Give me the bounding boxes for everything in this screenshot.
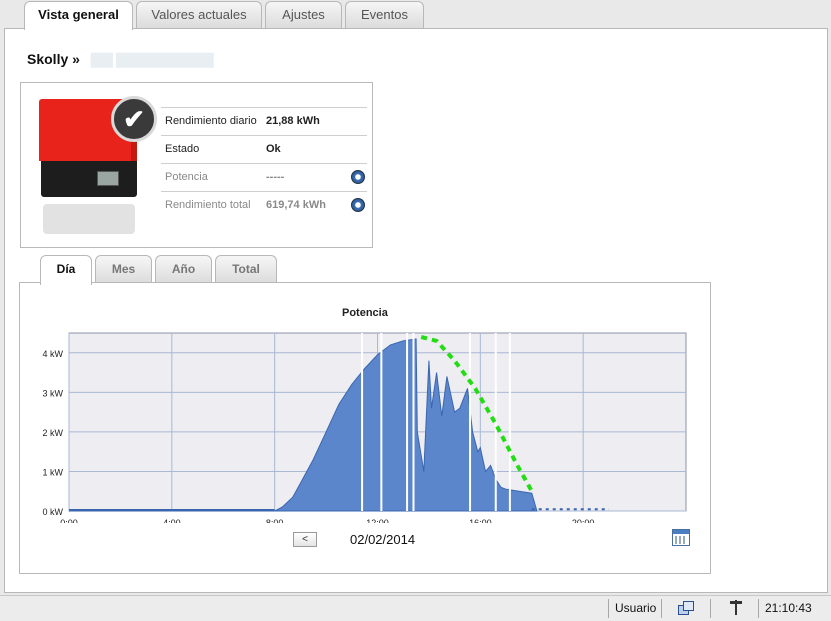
row-value: ----- — [266, 171, 285, 183]
row-label: Estado — [165, 143, 200, 155]
tab-dia[interactable]: Día — [40, 255, 92, 285]
main-panel: Skolly » ▇▇ ▇▇▇▇▇▇▇▇▇ ✔ Rendimiento diar… — [4, 28, 828, 593]
tab-valores-actuales[interactable]: Valores actuales — [136, 1, 262, 28]
x-tick-label: 0:00 — [60, 518, 78, 523]
status-user: Usuario — [615, 601, 657, 615]
tab-vista-general[interactable]: Vista general — [24, 1, 133, 30]
device-info-table: Rendimiento diario 21,88 kWh Estado Ok P… — [161, 107, 367, 219]
device-summary-card: ✔ Rendimiento diario 21,88 kWh Estado Ok… — [20, 82, 373, 248]
calendar-icon[interactable] — [672, 529, 690, 546]
tab-eventos[interactable]: Eventos — [345, 1, 424, 28]
signal-icon[interactable] — [729, 600, 743, 616]
inverter-mount-image — [43, 204, 135, 234]
row-rendimiento-total: Rendimiento total 619,74 kWh — [161, 191, 367, 219]
tab-ano[interactable]: Año — [155, 255, 212, 283]
row-label: Rendimiento diario — [165, 115, 257, 127]
x-tick-label: 20:00 — [572, 518, 595, 523]
y-tick-label: 4 kW — [42, 349, 63, 359]
row-estado: Estado Ok — [161, 135, 367, 163]
x-tick-label: 12:00 — [366, 518, 389, 523]
tab-mes[interactable]: Mes — [95, 255, 152, 283]
row-value: Ok — [266, 143, 281, 155]
y-tick-label: 0 kW — [42, 507, 63, 517]
row-rendimiento-diario: Rendimiento diario 21,88 kWh — [161, 107, 367, 135]
stopwatch-icon[interactable] — [351, 170, 365, 184]
x-tick-label: 8:00 — [266, 518, 284, 523]
breadcrumb-device[interactable]: Skolly » — [27, 51, 80, 67]
power-chart: 0 kW 1 kW 2 kW 3 kW 4 kW 0:00 4:00 8:00 12:00 16:… — [42, 332, 687, 523]
status-clock: 21:10:43 — [765, 601, 812, 615]
row-value: 21,88 kWh — [266, 115, 320, 127]
y-tick-label: 1 kW — [42, 467, 63, 477]
y-tick-label: 2 kW — [42, 428, 63, 438]
prev-day-button[interactable]: < — [293, 532, 317, 547]
chart-container: Potencia 0 kW 1 kW 2 kW 3 kW 4 kW 0:00 4:00 8:0… — [19, 282, 711, 574]
chart-date: 02/02/2014 — [350, 532, 416, 547]
stopwatch-icon[interactable] — [351, 198, 365, 212]
row-label: Rendimiento total — [165, 199, 251, 211]
row-potencia: Potencia ----- — [161, 163, 367, 191]
tab-total[interactable]: Total — [215, 255, 277, 283]
tab-ajustes[interactable]: Ajustes — [265, 1, 342, 28]
network-icon[interactable] — [678, 601, 694, 615]
row-value: 619,74 kWh — [266, 199, 326, 211]
x-tick-label: 16:00 — [469, 518, 492, 523]
x-tick-label: 4:00 — [163, 518, 181, 523]
y-tick-label: 3 kW — [42, 388, 63, 398]
check-icon: ✔ — [111, 96, 157, 142]
status-bar: Usuario 21:10:43 — [0, 595, 831, 621]
breadcrumb-obscured: ▇▇ ▇▇▇▇▇▇▇▇▇ — [91, 51, 214, 67]
top-tab-bar: Vista general Valores actuales Ajustes E… — [0, 0, 831, 30]
row-label: Potencia — [165, 171, 208, 183]
